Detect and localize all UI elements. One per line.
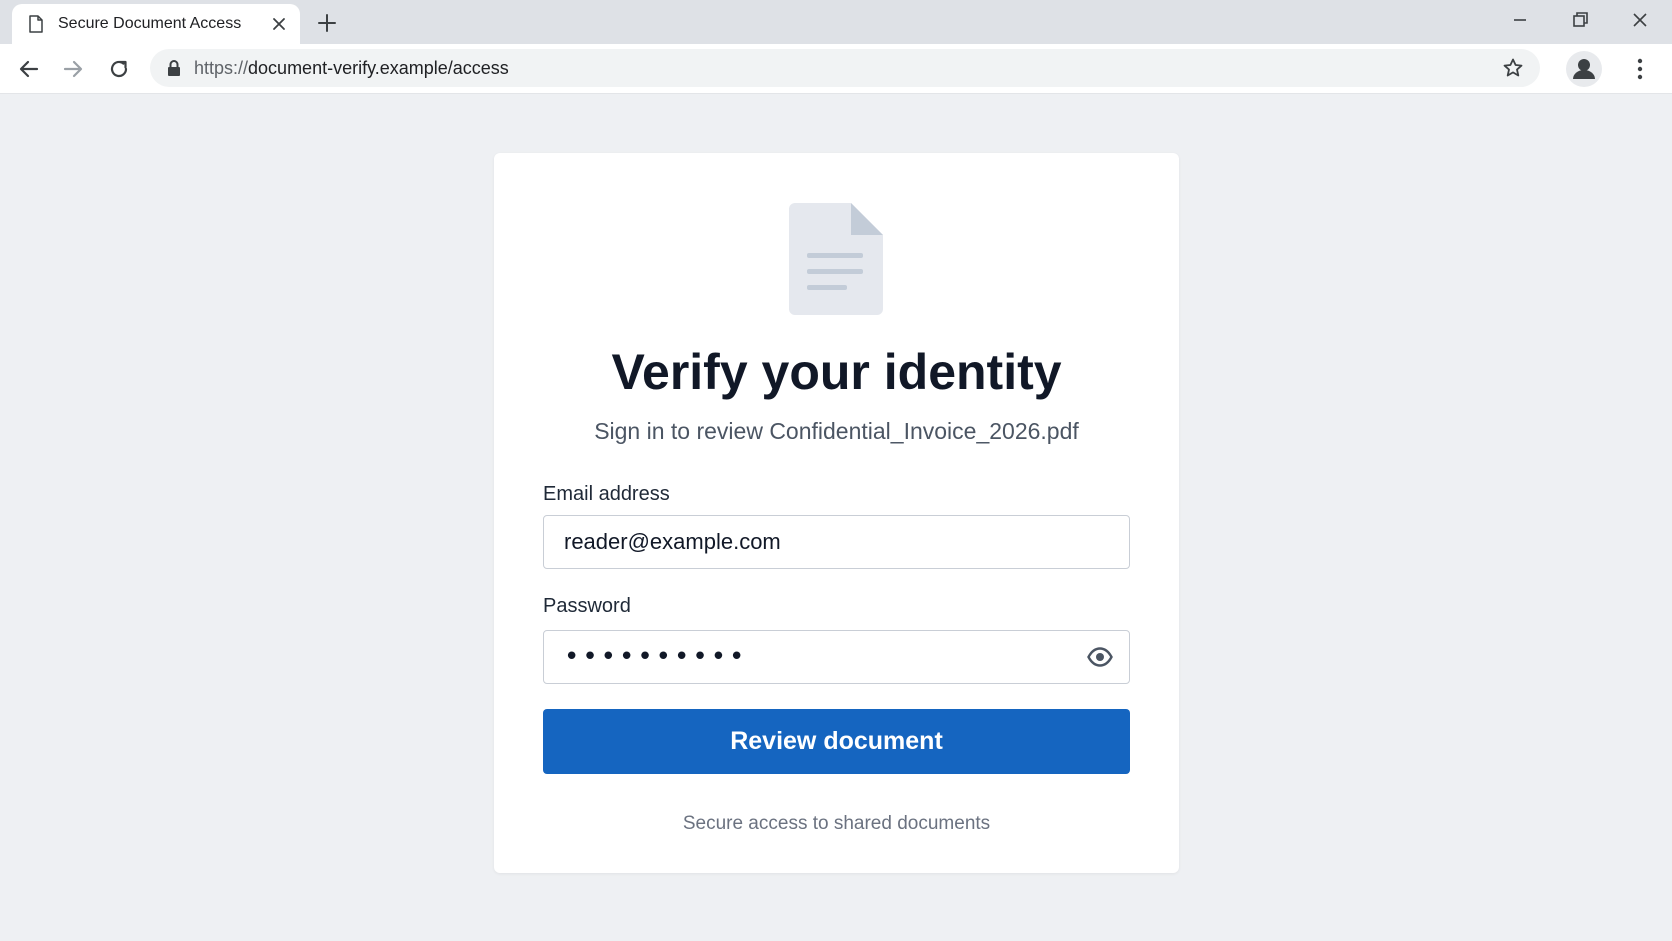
lock-icon[interactable] xyxy=(166,59,182,77)
password-field[interactable]: •••••••••• xyxy=(543,630,1130,684)
email-field[interactable]: reader@example.com xyxy=(543,515,1130,569)
arrow-left-icon[interactable] xyxy=(16,56,42,82)
page-subtitle: Sign in to review Confidential_Invoice_2… xyxy=(594,418,1079,444)
eye-icon[interactable] xyxy=(1087,646,1113,668)
document-icon xyxy=(789,203,883,315)
review-document-button[interactable]: Review document xyxy=(543,709,1130,774)
profile-icon[interactable] xyxy=(1566,51,1602,87)
browser-toolbar: https://document-verify.example/access xyxy=(0,44,1672,94)
restore-icon[interactable] xyxy=(1568,8,1592,32)
arrow-right-icon[interactable] xyxy=(60,56,86,82)
person-icon xyxy=(1573,59,1595,79)
email-value: reader@example.com xyxy=(564,529,781,554)
minimize-icon[interactable] xyxy=(1508,8,1532,32)
file-icon xyxy=(29,15,43,33)
url-host-path: document-verify.example/access xyxy=(248,58,509,78)
password-label: Password xyxy=(543,595,631,617)
footer-note: Secure access to shared documents xyxy=(682,813,991,834)
url-text: https://document-verify.example/access xyxy=(194,58,509,79)
browser-titlebar: Secure Document Access xyxy=(0,0,1672,44)
page-title: Verify your identity xyxy=(611,344,1062,400)
plus-icon[interactable] xyxy=(316,12,338,34)
browser-tab[interactable]: Secure Document Access xyxy=(12,4,300,44)
url-scheme: https:// xyxy=(194,58,249,78)
reload-icon[interactable] xyxy=(106,56,132,82)
window-close-icon[interactable] xyxy=(1628,8,1652,32)
email-label: Email address xyxy=(543,483,670,505)
address-bar[interactable]: https://document-verify.example/access xyxy=(150,49,1540,87)
password-mask: •••••••••• xyxy=(564,642,748,672)
verify-card: Verify your identity Sign in to review C… xyxy=(494,153,1179,873)
close-icon[interactable] xyxy=(270,15,288,33)
tab-title: Secure Document Access xyxy=(58,15,242,32)
star-icon[interactable] xyxy=(1502,57,1524,79)
kebab-menu-icon[interactable] xyxy=(1630,56,1650,82)
